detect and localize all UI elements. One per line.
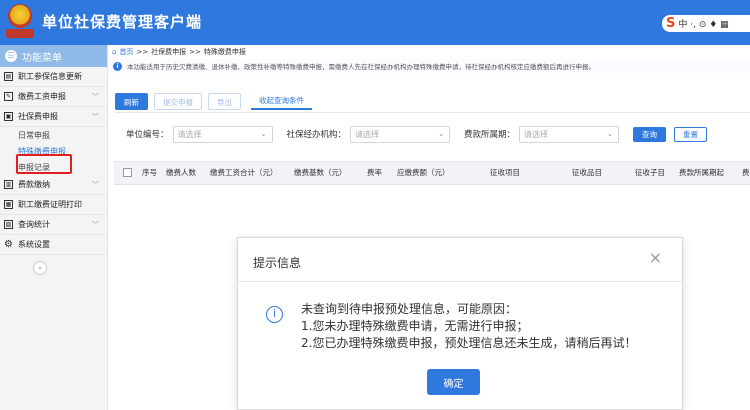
agency-select[interactable]: 请选择 ⌄ xyxy=(350,125,451,143)
chevron-down-icon: ﹀ xyxy=(92,113,99,121)
chevron-down-icon: ﹀ xyxy=(92,221,99,229)
ime-tools[interactable]: 中 ·, ⊙ ♦ ▦ xyxy=(678,17,728,30)
submit-declaration-button[interactable]: 提交申报 xyxy=(154,92,202,110)
chevron-down-icon: ﹀ xyxy=(92,181,99,189)
toolbar-divider xyxy=(115,112,750,113)
column-header[interactable]: 征收品目 xyxy=(572,162,602,184)
sidebar: ☰ 功能菜单 ▤ 职工参保信息更新 ✎ 缴费工资申报 ﹀ ▣ 社保费申报 ﹀ 日… xyxy=(0,45,108,410)
chevron-down-icon: ⌄ xyxy=(438,129,445,138)
column-header[interactable]: 费率 xyxy=(367,162,382,184)
toolbar: 刷新 提交申报 导出 收起查询条件 xyxy=(115,92,312,110)
chevron-down-icon: ⌄ xyxy=(607,129,614,138)
unit-code-select[interactable]: 请选择 ⌄ xyxy=(172,125,273,143)
dialog-message-line: 1.您未办理特殊缴费申请，无需进行申报； xyxy=(301,319,529,333)
export-button[interactable]: 导出 xyxy=(208,92,241,110)
printer-icon: ▦ xyxy=(4,200,13,209)
chevron-down-icon: ﹀ xyxy=(92,93,99,101)
refresh-button[interactable]: 刷新 xyxy=(115,92,148,110)
notice-text: 本功能适用于历史欠费清缴、退休补缴、政策性补缴等特殊缴费申报，需缴费人先在社保经… xyxy=(127,63,595,71)
dialog-message-line: 未查询到待申报预处理信息，可能原因： xyxy=(301,302,518,316)
column-header[interactable]: 缴费工资合计（元） xyxy=(210,162,278,184)
column-header[interactable]: 征收项目 xyxy=(490,162,520,184)
sidebar-subitem-daily[interactable]: 日常申报 xyxy=(0,127,107,143)
select-all-checkbox[interactable] xyxy=(123,168,132,177)
breadcrumb-level1[interactable]: 社保费申报 xyxy=(151,47,186,57)
column-header[interactable]: 缴费基数（元） xyxy=(294,162,347,184)
collapse-sidebar-button[interactable]: « xyxy=(33,261,47,275)
document-icon: ▣ xyxy=(4,112,13,121)
sogou-icon[interactable]: S xyxy=(666,16,675,31)
dialog-title: 提示信息 xyxy=(253,256,302,270)
menu-icon: ☰ xyxy=(5,50,17,62)
dialog-message: 未查询到待申报预处理信息，可能原因： 1.您未办理特殊缴费申请，无需进行申报； … xyxy=(301,301,636,352)
notice-bar: i 本功能适用于历史欠费清缴、退休补缴、政策性补缴等特殊缴费申报，需缴费人先在社… xyxy=(108,59,750,73)
dialog-divider xyxy=(238,281,684,282)
sidebar-item-payment[interactable]: ▥ 费款缴纳 ﹀ xyxy=(0,175,107,195)
menu-header-label: 功能菜单 xyxy=(22,52,62,64)
sidebar-item-insured-update[interactable]: ▤ 职工参保信息更新 xyxy=(0,67,107,87)
column-header[interactable]: 应缴费额（元） xyxy=(397,162,450,184)
tax-emblem-icon xyxy=(6,4,34,40)
breadcrumb: ⌂ 首页 >> 社保费申报 >> 特殊缴费申报 xyxy=(112,47,246,57)
table-header: 序号 缴费人数 缴费工资合计（元） 缴费基数（元） 费率 应缴费额（元） 征收项… xyxy=(114,161,750,185)
filter-bar: 单位编号： 请选择 ⌄ 社保经办机构： 请选择 ⌄ 费款所属期： 请选择 ⌄ 查… xyxy=(126,125,708,143)
gear-icon: ⚙ xyxy=(4,239,13,250)
period-select[interactable]: 请选择 ⌄ xyxy=(519,125,620,143)
column-header[interactable]: 费 xyxy=(742,162,750,184)
collapse-filters-tab[interactable]: 收起查询条件 xyxy=(251,92,312,110)
column-header[interactable]: 征收子目 xyxy=(635,162,665,184)
column-header[interactable]: 缴费人数 xyxy=(166,162,196,184)
app-header: 单位社保费管理客户端 S 中 ·, ⊙ ♦ ▦ xyxy=(0,0,750,45)
sidebar-item-insurance-declaration[interactable]: ▣ 社保费申报 ﹀ xyxy=(0,107,107,127)
close-icon[interactable]: × xyxy=(649,248,662,268)
query-button[interactable]: 查询 xyxy=(633,126,667,142)
sidebar-item-settings[interactable]: ⚙ 系统设置 xyxy=(0,235,107,255)
highlight-annotation xyxy=(16,154,72,174)
chevron-down-icon: ⌄ xyxy=(260,129,267,138)
breadcrumb-home[interactable]: 首页 xyxy=(119,47,133,57)
sidebar-item-certificate-print[interactable]: ▦ 职工缴费证明打印 xyxy=(0,195,107,215)
breadcrumb-level2: 特殊缴费申报 xyxy=(203,48,246,56)
dialog-message-line: 2.您已办理特殊缴费申报，预处理信息还未生成，请稍后再试！ xyxy=(301,336,637,350)
wallet-icon: ▥ xyxy=(4,180,13,189)
info-icon: i xyxy=(266,306,283,323)
home-icon[interactable]: ⌂ xyxy=(112,48,116,56)
person-card-icon: ▤ xyxy=(4,72,13,81)
column-header[interactable]: 序号 xyxy=(142,162,157,184)
edit-icon: ✎ xyxy=(4,92,13,101)
column-header[interactable]: 费款所属期起 xyxy=(679,162,724,184)
unit-code-label: 单位编号： xyxy=(126,130,169,140)
sidebar-item-wage-declaration[interactable]: ✎ 缴费工资申报 ﹀ xyxy=(0,87,107,107)
input-method-toolbar[interactable]: S 中 ·, ⊙ ♦ ▦ xyxy=(662,15,750,32)
menu-header: ☰ 功能菜单 xyxy=(0,45,107,67)
confirm-button[interactable]: 确定 xyxy=(427,369,480,395)
period-label: 费款所属期： xyxy=(464,130,516,140)
info-dialog: 提示信息 × i 未查询到待申报预处理信息，可能原因： 1.您未办理特殊缴费申请… xyxy=(237,237,684,410)
app-title: 单位社保费管理客户端 xyxy=(42,13,203,31)
sidebar-item-statistics[interactable]: ▧ 查询统计 ﹀ xyxy=(0,215,107,235)
info-icon: i xyxy=(113,61,122,71)
chart-icon: ▧ xyxy=(4,220,13,229)
agency-label: 社保经办机构： xyxy=(286,130,347,140)
reset-button[interactable]: 重置 xyxy=(674,126,708,142)
